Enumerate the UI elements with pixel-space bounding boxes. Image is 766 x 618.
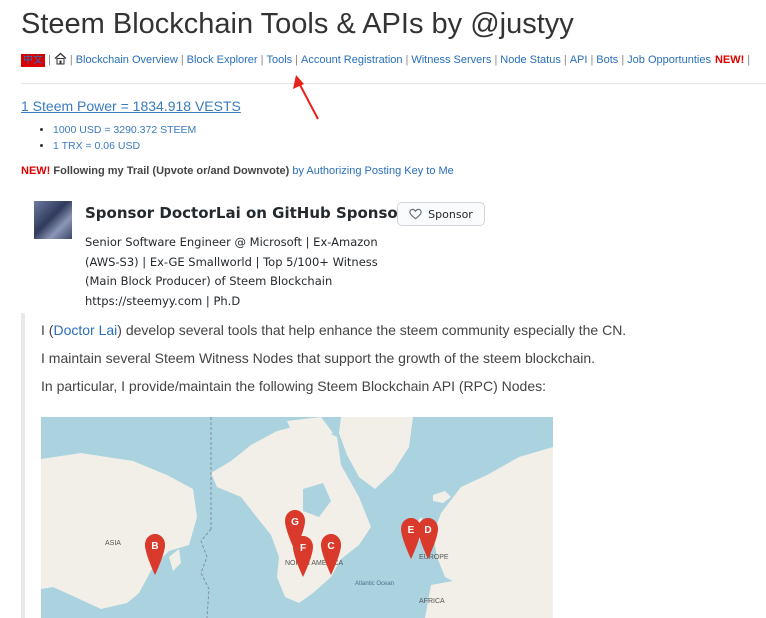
sponsor-button[interactable]: Sponsor bbox=[397, 202, 485, 226]
nav-separator: | bbox=[621, 54, 625, 66]
trail-text: Following my Trail (Upvote or/and Downvo… bbox=[53, 165, 290, 177]
nav-separator: | bbox=[295, 54, 298, 66]
nav-separator: | bbox=[747, 54, 751, 66]
witness-paragraph: I maintain several Steem Witness Nodes t… bbox=[41, 350, 596, 366]
nav-witness-servers[interactable]: Witness Servers bbox=[411, 54, 491, 66]
nav-node-status[interactable]: Node Status bbox=[500, 54, 561, 66]
intro-paragraph: I (Doctor Lai) develop several tools tha… bbox=[41, 322, 626, 338]
world-map: ASIA NORTH AMERICA EUROPE AFRICA Atlanti… bbox=[41, 417, 553, 618]
map-label-asia: ASIA bbox=[105, 540, 121, 547]
sponsor-bio: Senior Software Engineer @ Microsoft | E… bbox=[85, 235, 378, 308]
nav-api[interactable]: API bbox=[570, 54, 588, 66]
api-nodes-map[interactable]: ASIA NORTH AMERICA EUROPE AFRICA Atlanti… bbox=[41, 417, 553, 618]
heart-icon bbox=[409, 208, 422, 220]
page-title: Steem Blockchain Tools & APIs by @justyy bbox=[21, 8, 574, 40]
map-label-atlantic: Atlantic Ocean bbox=[355, 581, 394, 587]
avatar[interactable] bbox=[34, 201, 72, 239]
marker-letter: C bbox=[327, 541, 334, 552]
nav-separator: | bbox=[260, 54, 264, 66]
home-icon bbox=[54, 52, 67, 65]
marker-letter: F bbox=[300, 543, 306, 554]
intro-text-end: ) develop several tools that help enhanc… bbox=[117, 322, 627, 338]
nav-bots[interactable]: Bots bbox=[596, 54, 618, 66]
home-link[interactable] bbox=[54, 52, 67, 68]
nav-block-explorer[interactable]: Block Explorer bbox=[187, 54, 258, 66]
nav-separator: | bbox=[563, 54, 567, 66]
marker-letter: G bbox=[291, 517, 299, 528]
map-label-africa: AFRICA bbox=[419, 598, 445, 605]
nav-tools[interactable]: Tools bbox=[266, 54, 292, 66]
sponsor-title: Sponsor DoctorLai on GitHub Sponsors bbox=[85, 204, 415, 222]
steem-power-rate[interactable]: 1 Steem Power = 1834.918 VESTS bbox=[21, 98, 241, 114]
new-badge: NEW! bbox=[714, 54, 745, 66]
sponsor-button-label: Sponsor bbox=[428, 207, 473, 221]
nav-job-opportunities[interactable]: Job Opportunties bbox=[627, 54, 711, 66]
intro-text-start: I ( bbox=[41, 322, 54, 338]
doctor-lai-link[interactable]: Doctor Lai bbox=[53, 322, 117, 338]
nav-separator: | bbox=[494, 54, 498, 66]
nav-separator: | bbox=[180, 54, 184, 66]
trx-usd-rate[interactable]: 1 TRX = 0.06 USD bbox=[53, 140, 140, 152]
authorize-posting-key-link[interactable]: by Authorizing Posting Key to Me bbox=[292, 165, 453, 177]
nav-account-registration[interactable]: Account Registration bbox=[301, 54, 403, 66]
list-item: 1 TRX = 0.06 USD bbox=[53, 138, 196, 154]
map-label-europe: EUROPE bbox=[419, 554, 449, 561]
exchange-rates-list: 1000 USD = 3290.372 STEEM 1 TRX = 0.06 U… bbox=[21, 122, 196, 154]
chinese-language-link[interactable]: 中文 bbox=[21, 53, 45, 67]
usd-steem-rate[interactable]: 1000 USD = 3290.372 STEEM bbox=[53, 124, 196, 136]
trail-new-badge: NEW! bbox=[21, 165, 51, 177]
header-divider bbox=[21, 83, 766, 84]
nav-separator: | bbox=[69, 54, 73, 66]
marker-letter: B bbox=[151, 541, 158, 552]
marker-letter: D bbox=[424, 525, 431, 536]
blockquote-border bbox=[21, 313, 25, 618]
nav-separator: | bbox=[590, 54, 594, 66]
marker-letter: E bbox=[408, 525, 415, 536]
list-item: 1000 USD = 3290.372 STEEM bbox=[53, 122, 196, 138]
trail-notice: NEW! Following my Trail (Upvote or/and D… bbox=[21, 165, 454, 177]
nav-separator: | bbox=[405, 54, 409, 66]
nav-blockchain-overview[interactable]: Blockchain Overview bbox=[76, 54, 178, 66]
api-nodes-paragraph: In particular, I provide/maintain the fo… bbox=[41, 378, 547, 394]
top-nav: 中文 | | Blockchain Overview | Block Explo… bbox=[21, 52, 753, 68]
nav-separator: | bbox=[48, 54, 51, 66]
